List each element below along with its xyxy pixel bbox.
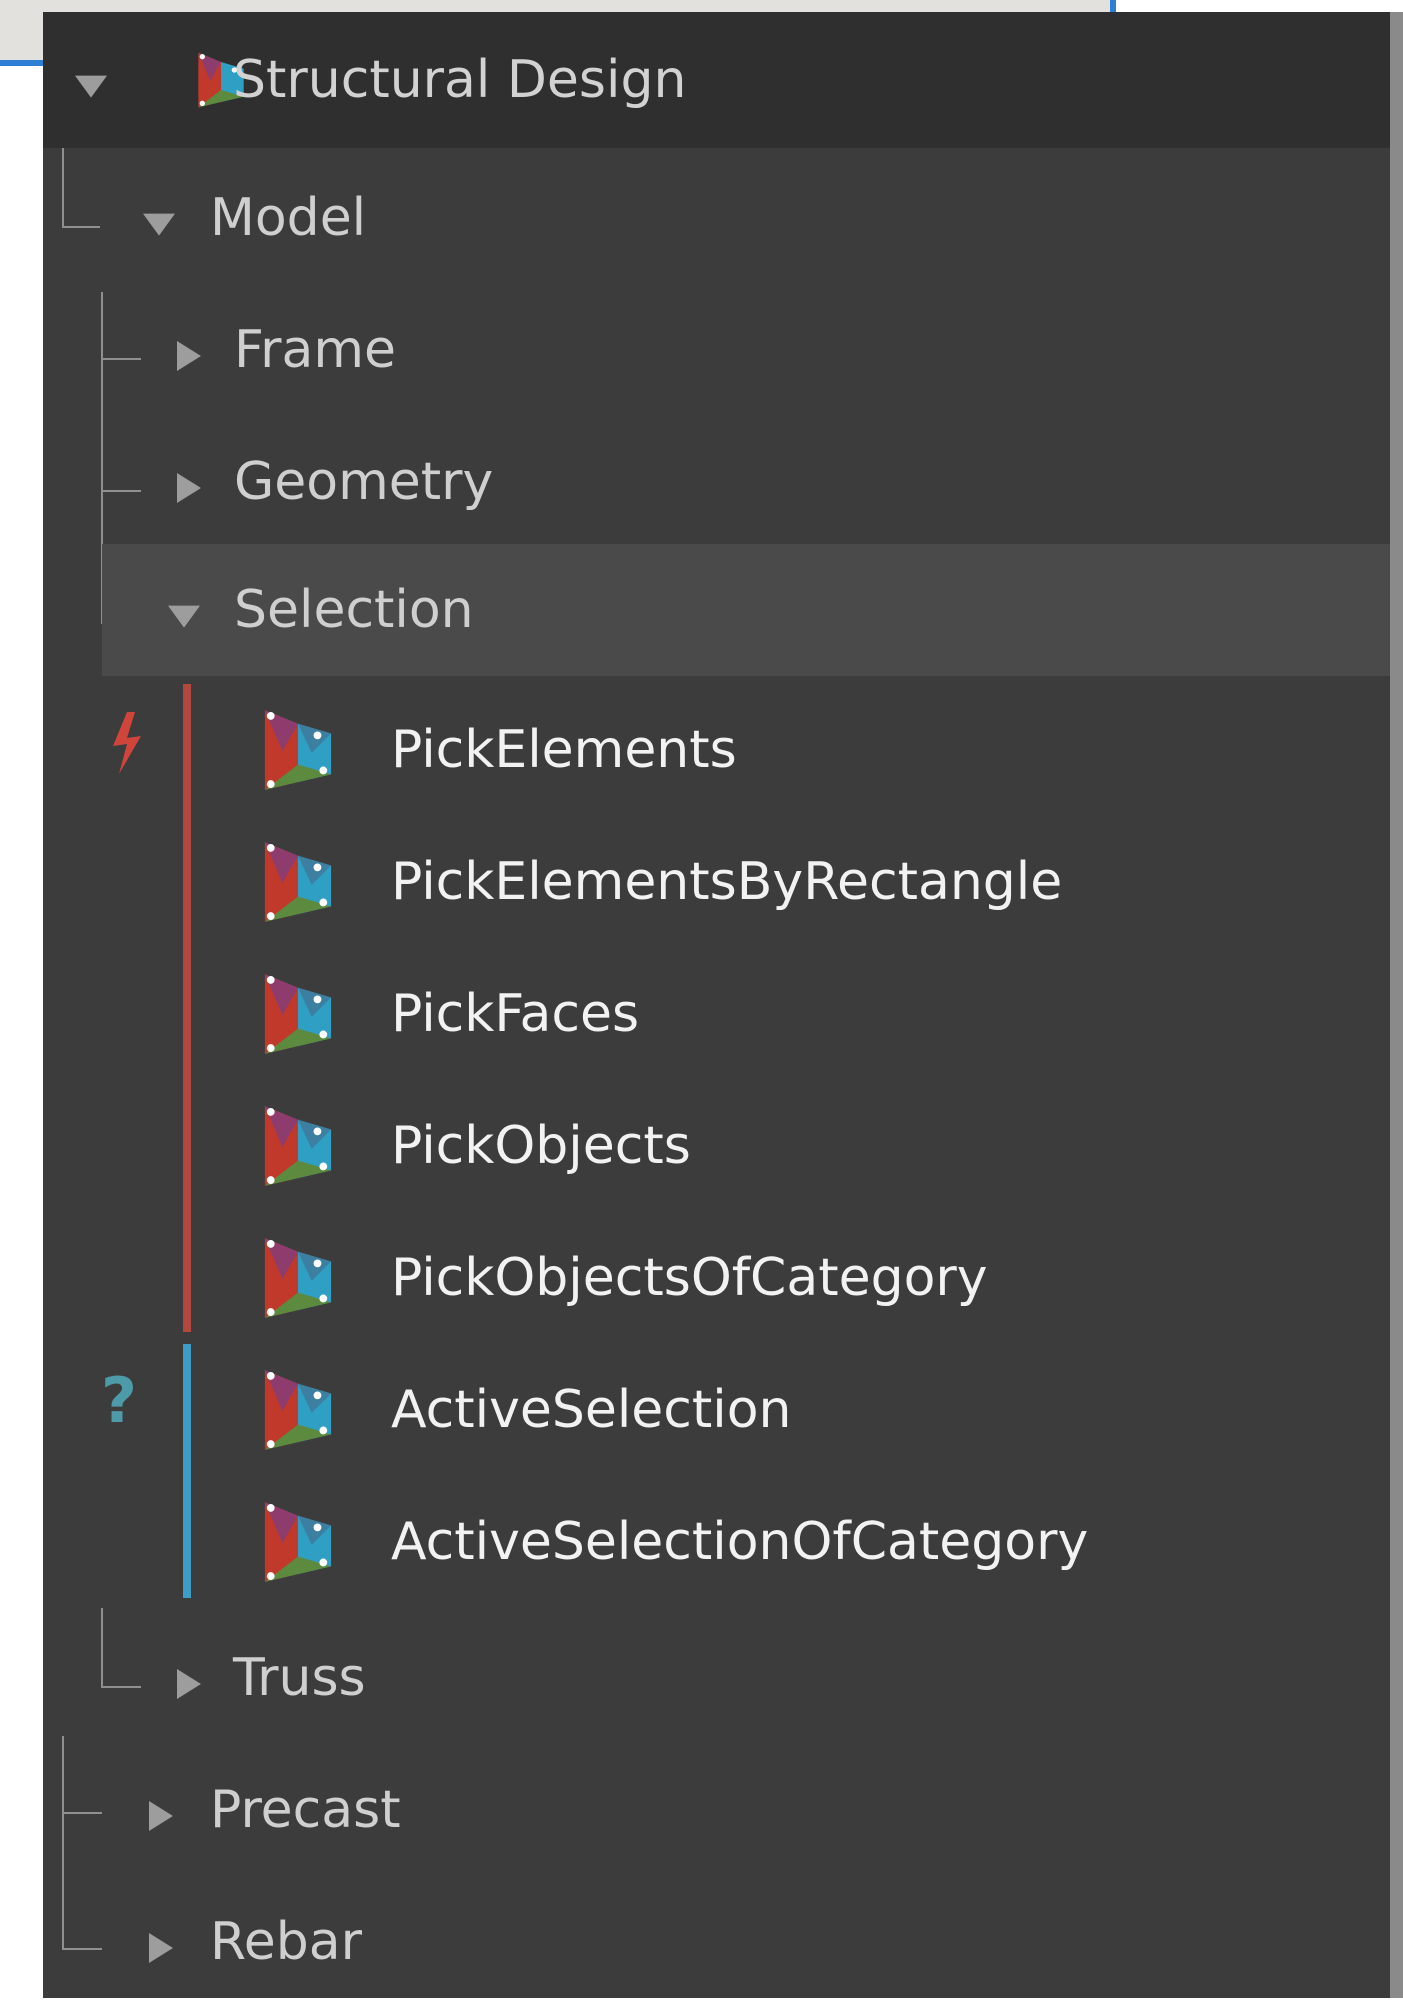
expand-arrow-icon[interactable]: [149, 1801, 173, 1831]
tree-item-label: Rebar: [210, 1912, 363, 1972]
tree-item-label: Geometry: [234, 452, 494, 512]
tree-item-model[interactable]: Model: [43, 152, 1393, 284]
tree-item-truss[interactable]: Truss: [43, 1612, 1393, 1744]
tree-item-selection[interactable]: Selection: [102, 544, 1393, 676]
dynamo-node-icon: [264, 1370, 332, 1450]
node-item-pick-elements-by-rectangle[interactable]: PickElementsByRectangle: [43, 816, 1393, 948]
panel-scrollbar[interactable]: [1390, 12, 1403, 1998]
tree-item-label: Frame: [234, 320, 397, 380]
expand-arrow-icon[interactable]: [177, 341, 201, 371]
dynamo-node-icon: [264, 842, 332, 922]
node-label: ActiveSelection: [391, 1380, 792, 1440]
node-label: ActiveSelectionOfCategory: [391, 1512, 1089, 1572]
tree-item-geometry[interactable]: Geometry: [43, 416, 1393, 548]
dynamo-node-icon: [264, 710, 332, 790]
expand-arrow-icon[interactable]: [177, 1669, 201, 1699]
node-label: PickObjectsOfCategory: [391, 1248, 988, 1308]
tree-item-label: Structural Design: [233, 50, 687, 110]
dynamo-node-icon: [264, 1502, 332, 1582]
tree-item-rebar[interactable]: Rebar: [43, 1876, 1393, 2008]
expand-arrow-icon[interactable]: [177, 473, 201, 503]
library-tree-panel: Structural Design Model Frame Geometry S…: [43, 12, 1393, 1998]
tree-item-precast[interactable]: Precast: [43, 1744, 1393, 1876]
dynamo-node-icon: [264, 974, 332, 1054]
tree-item-label: Model: [210, 188, 367, 248]
collapse-arrow-icon[interactable]: [143, 213, 175, 236]
node-label: PickElements: [391, 720, 737, 780]
dynamo-node-icon: [264, 1238, 332, 1318]
tree-item-structural-design[interactable]: Structural Design: [43, 12, 1393, 148]
tree-item-label: Precast: [210, 1780, 401, 1840]
tree-item-frame[interactable]: Frame: [43, 284, 1393, 416]
node-item-pick-objects[interactable]: PickObjects: [43, 1080, 1393, 1212]
node-item-pick-objects-of-category[interactable]: PickObjectsOfCategory: [43, 1212, 1393, 1344]
tree-item-label: Truss: [233, 1648, 366, 1708]
node-item-active-selection[interactable]: ActiveSelection: [43, 1344, 1393, 1476]
collapse-arrow-icon[interactable]: [75, 75, 107, 98]
node-label: PickObjects: [391, 1116, 691, 1176]
node-label: PickFaces: [391, 984, 640, 1044]
node-label: PickElementsByRectangle: [391, 852, 1063, 912]
node-item-pick-faces[interactable]: PickFaces: [43, 948, 1393, 1080]
tree-item-label: Selection: [234, 580, 474, 640]
node-item-pick-elements[interactable]: PickElements: [43, 684, 1393, 816]
dynamo-node-icon: [264, 1106, 332, 1186]
expand-arrow-icon[interactable]: [149, 1933, 173, 1963]
collapse-arrow-icon[interactable]: [168, 605, 200, 628]
node-item-active-selection-of-category[interactable]: ActiveSelectionOfCategory: [43, 1476, 1393, 1608]
